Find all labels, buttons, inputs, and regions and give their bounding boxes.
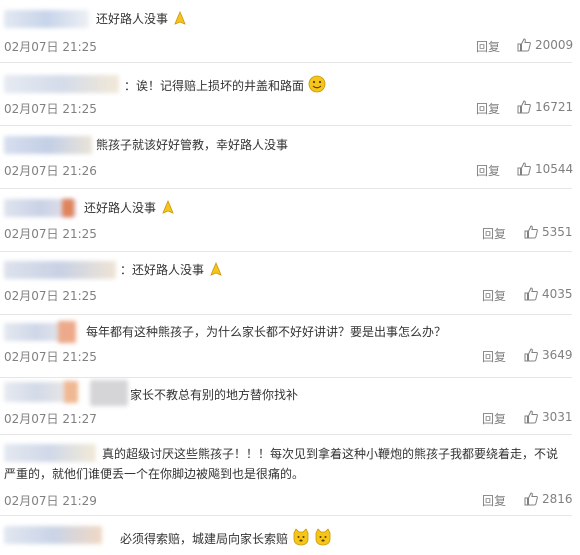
- blurred-username[interactable]: [4, 526, 102, 544]
- thumbs-up-icon: [517, 162, 531, 176]
- blurred-badge: [64, 381, 78, 403]
- comment-item: 家长不教总有别的地方替你找补 02月07日 21:27 回复 3031: [0, 378, 573, 435]
- reply-button[interactable]: 回复: [476, 38, 500, 55]
- comment-text: ：诶！记得赔上损坏的井盖和路面: [124, 75, 326, 95]
- pray-icon: [174, 10, 186, 25]
- comment-item: 必须得索赔，城建局向家长索赔: [0, 516, 572, 555]
- comment-time: 02月07日 21:25: [4, 350, 97, 364]
- like-count: 4035: [542, 287, 573, 301]
- comment-text: 必须得索赔，城建局向家长索赔: [120, 528, 332, 548]
- reply-button[interactable]: 回复: [482, 348, 506, 365]
- thumbs-up-icon: [524, 492, 538, 506]
- reply-button[interactable]: 回复: [482, 225, 506, 242]
- reply-button[interactable]: 回复: [482, 287, 506, 304]
- like-count: 5351: [542, 225, 573, 239]
- comment-time: 02月07日 21:25: [4, 289, 97, 303]
- pray-icon: [162, 199, 174, 214]
- blurred-username[interactable]: [4, 261, 116, 279]
- thumbs-up-icon: [517, 100, 531, 114]
- comment-item: 熊孩子就该好好管教，幸好路人没事 02月07日 21:26 回复 10544: [0, 126, 573, 189]
- doge-icon: [293, 528, 309, 546]
- reply-button[interactable]: 回复: [482, 492, 506, 509]
- comment-text: 家长不教总有别的地方替你找补: [130, 388, 299, 402]
- like-button[interactable]: 2816: [524, 492, 573, 506]
- comment-item: 真的超级讨厌这些熊孩子！！！每次见到拿着这种小鞭炮的熊孩子我都要绕着走，不说严重…: [0, 435, 573, 516]
- comment-item: 每年都有这种熊孩子，为什么家长都不好好讲讲？要是出事怎么办？ 02月07日 21…: [0, 315, 573, 378]
- reply-button[interactable]: 回复: [476, 162, 500, 179]
- like-button[interactable]: 10544: [517, 162, 573, 176]
- comment-text: 还好路人没事: [84, 199, 176, 217]
- smile-icon: [308, 75, 326, 93]
- doge-icon: [315, 528, 331, 546]
- like-button[interactable]: 3649: [524, 348, 573, 362]
- thumbs-up-icon: [517, 38, 531, 52]
- comment-item: 还好路人没事 02月07日 21:25 回复 20009: [0, 0, 573, 63]
- comment-text: 每年都有这种熊孩子，为什么家长都不好好讲讲？要是出事怎么办？: [86, 325, 447, 339]
- like-count: 20009: [535, 38, 574, 52]
- like-button[interactable]: 4035: [524, 287, 573, 301]
- like-count: 3649: [542, 348, 573, 362]
- comment-text: 还好路人没事: [96, 10, 188, 28]
- comment-item: ：诶！记得赔上损坏的井盖和路面 02月07日 21:25 回复 16721: [0, 63, 573, 126]
- comment-time: 02月07日 21:25: [4, 102, 97, 116]
- comment-time: 02月07日 21:25: [4, 40, 97, 54]
- thumbs-up-icon: [524, 410, 538, 424]
- like-button[interactable]: 20009: [517, 38, 573, 52]
- comment-time: 02月07日 21:25: [4, 227, 97, 241]
- reply-button[interactable]: 回复: [482, 410, 506, 427]
- blurred-username[interactable]: [4, 75, 119, 93]
- thumbs-up-icon: [524, 225, 538, 239]
- comment-list: 还好路人没事 02月07日 21:25 回复 20009 ：诶！记得赔上损坏的井…: [0, 0, 580, 555]
- blurred-mention: [90, 380, 128, 406]
- blurred-username[interactable]: [4, 10, 89, 28]
- blurred-username[interactable]: [4, 382, 68, 402]
- comment-text: 熊孩子就该好好管教，幸好路人没事: [96, 138, 289, 152]
- thumbs-up-icon: [524, 348, 538, 362]
- thumbs-up-icon: [524, 287, 538, 301]
- like-button[interactable]: 3031: [524, 410, 573, 424]
- comment-time: 02月07日 21:27: [4, 412, 97, 426]
- reply-button[interactable]: 回复: [476, 100, 500, 117]
- blurred-badge: [62, 199, 74, 217]
- like-count: 16721: [535, 100, 574, 114]
- pray-icon: [210, 261, 222, 276]
- like-button[interactable]: 16721: [517, 100, 573, 114]
- comment-text: ：还好路人没事: [120, 261, 224, 279]
- like-button[interactable]: 5351: [524, 225, 573, 239]
- comment-time: 02月07日 21:29: [4, 494, 97, 508]
- comment-time: 02月07日 21:26: [4, 164, 97, 178]
- blurred-username[interactable]: [4, 136, 92, 154]
- comment-item: 还好路人没事 02月07日 21:25 回复 5351: [0, 189, 573, 252]
- comment-text: 真的超级讨厌这些熊孩子！！！每次见到拿着这种小鞭炮的熊孩子我都要绕着走，不说严重…: [4, 447, 559, 481]
- like-count: 10544: [535, 162, 574, 176]
- comment-item: ：还好路人没事 02月07日 21:25 回复 4035: [0, 252, 573, 315]
- like-count: 2816: [542, 492, 573, 506]
- like-count: 3031: [542, 410, 573, 424]
- blurred-badge: [58, 321, 76, 343]
